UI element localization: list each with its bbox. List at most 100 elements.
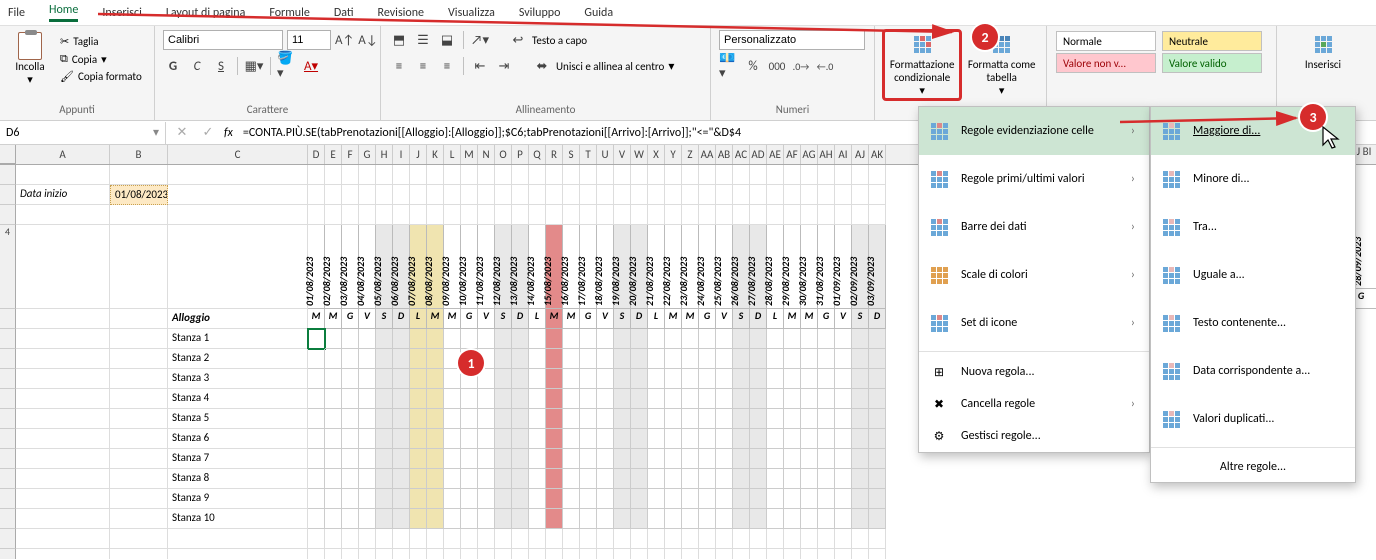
data-cell[interactable] [495,369,512,389]
data-cell[interactable] [869,369,886,389]
data-cell[interactable] [597,469,614,489]
data-cell[interactable] [376,369,393,389]
cell[interactable] [393,185,410,205]
tab-layout[interactable]: Layout di pagina [166,6,246,20]
data-cell[interactable] [546,329,563,349]
data-cell[interactable] [852,349,869,369]
submenu-item[interactable]: Tra... [1151,203,1355,251]
data-cell[interactable] [342,469,359,489]
data-cell[interactable] [716,429,733,449]
data-cell[interactable] [750,429,767,449]
data-cell[interactable] [478,469,495,489]
row-header[interactable] [0,429,16,449]
row-header[interactable] [0,369,16,389]
cell[interactable] [631,549,648,559]
data-cell[interactable] [529,389,546,409]
cell[interactable] [427,529,444,549]
cell[interactable] [682,205,699,225]
data-cell[interactable] [869,409,886,429]
cell[interactable] [168,225,308,309]
data-cell[interactable] [512,389,529,409]
data-cell[interactable] [410,449,427,469]
cell[interactable] [444,549,461,559]
cell[interactable] [597,549,614,559]
cell[interactable] [461,549,478,559]
dow-cell[interactable]: V [359,309,376,329]
submenu-item[interactable]: Uguale a... [1151,251,1355,299]
data-cell[interactable] [495,489,512,509]
data-cell[interactable] [750,489,767,509]
data-cell[interactable] [733,369,750,389]
data-cell[interactable] [359,489,376,509]
data-cell[interactable] [631,429,648,449]
row-header[interactable] [0,549,16,559]
col-header[interactable]: V [614,145,631,164]
data-cell[interactable] [852,469,869,489]
cell[interactable] [444,529,461,549]
data-cell[interactable] [614,429,631,449]
col-header[interactable]: G [359,145,376,164]
data-cell[interactable] [342,369,359,389]
cell[interactable] [325,549,342,559]
data-cell[interactable] [818,409,835,429]
cell[interactable] [16,309,110,329]
col-header[interactable]: AJ [852,145,869,164]
data-cell[interactable] [580,429,597,449]
cell[interactable] [495,205,512,225]
data-cell[interactable] [308,349,325,369]
data-cell[interactable] [767,329,784,349]
cell[interactable] [16,349,110,369]
cell[interactable] [852,165,869,185]
dow-cell[interactable]: L [767,309,784,329]
dow-cell[interactable]: M [563,309,580,329]
cell[interactable] [110,409,168,429]
col-header[interactable]: AC [733,145,750,164]
data-cell[interactable] [478,449,495,469]
menu-item[interactable]: Scale di colori› [919,251,1149,299]
data-cell[interactable] [750,449,767,469]
cell[interactable]: Stanza 9 [168,489,308,509]
data-cell[interactable] [580,509,597,529]
cell[interactable] [393,549,410,559]
data-cell[interactable] [393,489,410,509]
cell[interactable] [750,529,767,549]
cell[interactable] [376,165,393,185]
cell[interactable] [563,165,580,185]
cell[interactable] [461,185,478,205]
data-cell[interactable] [699,449,716,469]
data-cell[interactable] [325,429,342,449]
data-cell[interactable] [597,349,614,369]
data-cell[interactable] [359,409,376,429]
insert-cells-button[interactable]: Inserisci [1285,30,1361,73]
data-cell[interactable] [563,429,580,449]
data-cell[interactable] [835,409,852,429]
underline-button[interactable]: S [211,56,231,76]
dow-cell[interactable]: G [461,309,478,329]
data-cell[interactable] [750,349,767,369]
cell[interactable] [444,205,461,225]
data-cell[interactable] [835,469,852,489]
data-cell[interactable] [682,369,699,389]
cell[interactable] [648,165,665,185]
data-cell[interactable] [597,329,614,349]
data-cell[interactable] [512,369,529,389]
cell[interactable] [648,185,665,205]
data-cell[interactable] [699,329,716,349]
data-cell[interactable] [614,349,631,369]
cell[interactable] [410,205,427,225]
dow-cell[interactable]: S [852,309,869,329]
data-cell[interactable] [699,349,716,369]
dow-cell[interactable]: S [495,309,512,329]
data-cell[interactable] [512,429,529,449]
data-cell[interactable] [648,349,665,369]
data-cell[interactable] [529,509,546,529]
data-cell[interactable] [801,429,818,449]
data-cell[interactable] [427,429,444,449]
dow-cell[interactable]: M [784,309,801,329]
data-cell[interactable] [461,489,478,509]
data-cell[interactable] [393,509,410,529]
data-cell[interactable] [648,389,665,409]
data-cell[interactable] [648,489,665,509]
col-header[interactable]: AH [818,145,835,164]
cell[interactable] [733,165,750,185]
